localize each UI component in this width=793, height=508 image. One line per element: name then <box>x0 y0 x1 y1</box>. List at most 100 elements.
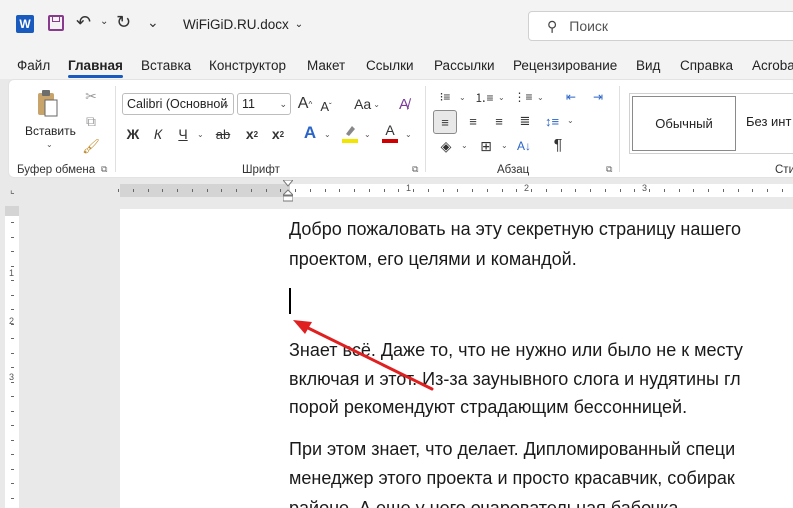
redo-icon[interactable]: ↻ <box>116 12 131 33</box>
font-color-dropdown-icon[interactable]: ⌄ <box>405 130 412 139</box>
underline-dropdown-icon[interactable]: ⌄ <box>197 130 204 139</box>
save-icon[interactable] <box>48 15 64 31</box>
ruler-number: 1 <box>406 183 412 193</box>
ruler-tick <box>605 189 606 192</box>
undo-dropdown-icon[interactable]: ⌄ <box>100 16 108 27</box>
ruler-tick <box>11 498 14 499</box>
align-center-button[interactable]: ≡ <box>463 111 483 131</box>
tab-mailings[interactable]: Рассылки <box>434 58 495 73</box>
superscript-button[interactable]: x2 <box>271 124 285 144</box>
ruler-tick <box>354 189 355 192</box>
ruler-tick <box>11 469 14 470</box>
clipboard-group-label: Буфер обмена <box>17 164 96 176</box>
grow-font-icon[interactable]: A ^ <box>297 94 313 114</box>
clipboard-launcher-icon[interactable]: ⧉ <box>101 164 107 175</box>
text-line: Добро пожаловать на эту секретную страни… <box>289 219 741 239</box>
shading-dropdown-icon[interactable]: ⌄ <box>461 141 468 150</box>
font-name-combo[interactable]: Calibri (Основной ⌄ <box>122 93 234 115</box>
tab-references[interactable]: Ссылки <box>366 58 414 73</box>
tab-selector-icon[interactable]: ⌞ <box>10 185 15 196</box>
change-case-icon[interactable]: Aa ⌄ <box>353 94 381 114</box>
highlight-color-icon[interactable] <box>342 122 358 144</box>
borders-icon[interactable]: ⊞ <box>477 136 495 156</box>
ruler-tick <box>11 280 14 281</box>
search-icon: ⚲ <box>547 17 558 34</box>
align-right-button[interactable]: ≡ <box>489 111 509 131</box>
bullets-icon[interactable]: ⁝≡ <box>435 89 455 105</box>
ruler-tick <box>516 189 517 192</box>
cut-icon[interactable]: ✂ <box>83 88 99 104</box>
paragraph-launcher-icon[interactable]: ⧉ <box>606 164 612 175</box>
tab-review[interactable]: Рецензирование <box>513 58 617 73</box>
borders-dropdown-icon[interactable]: ⌄ <box>501 141 508 150</box>
tab-layout[interactable]: Макет <box>307 58 345 73</box>
shading-icon[interactable]: ◈ <box>437 136 455 156</box>
shrink-font-icon[interactable]: Aˇ <box>318 96 334 116</box>
strikethrough-button[interactable]: ab <box>213 124 233 144</box>
font-color-icon[interactable]: A <box>382 122 398 144</box>
tab-home[interactable]: Главная <box>68 58 123 78</box>
sort-icon[interactable]: A↓ <box>515 136 533 156</box>
ruler-tick <box>723 189 724 192</box>
multilevel-dropdown-icon[interactable]: ⌄ <box>537 93 544 102</box>
horizontal-ruler[interactable]: ⌞ 1 2 3 <box>0 179 793 201</box>
text-effects-dropdown-icon[interactable]: ⌄ <box>324 130 331 139</box>
justify-button[interactable]: ≣ <box>515 111 535 131</box>
copy-icon[interactable]: ⧉ <box>83 113 99 129</box>
font-size-value: 11 <box>242 97 255 111</box>
tab-file[interactable]: Файл <box>17 58 50 73</box>
tab-design[interactable]: Конструктор <box>209 58 286 73</box>
show-formatting-icon[interactable]: ¶ <box>549 136 567 156</box>
ruler-tick <box>502 189 503 192</box>
word-logo-icon[interactable]: W <box>16 15 34 33</box>
clear-formatting-icon[interactable]: A̸ <box>395 94 413 114</box>
undo-icon[interactable]: ↶ <box>76 12 91 33</box>
decrease-indent-icon[interactable]: ⇤ <box>562 89 580 105</box>
ruler-number: 3 <box>642 183 648 193</box>
ruler-tick <box>251 189 252 192</box>
bullets-dropdown-icon[interactable]: ⌄ <box>459 93 466 102</box>
increase-indent-icon[interactable]: ⇥ <box>589 89 607 105</box>
font-size-combo[interactable]: 11 ⌄ <box>237 93 291 115</box>
indent-marker-icon[interactable] <box>283 180 293 202</box>
ruler-tick <box>561 189 562 192</box>
styles-group-label: Сти <box>775 164 793 176</box>
ruler-tick <box>118 189 119 192</box>
text-effects-icon[interactable]: A <box>302 123 318 143</box>
line-spacing-icon[interactable]: ↕≡ <box>542 111 562 131</box>
italic-button[interactable]: К <box>151 124 165 144</box>
customize-qat-icon[interactable]: ⌄ <box>147 14 159 31</box>
bold-button[interactable]: Ж <box>126 124 140 144</box>
ruler-tick <box>133 189 134 192</box>
paste-label[interactable]: Вставить <box>25 124 76 138</box>
multilevel-list-icon[interactable]: ⋮≡ <box>513 89 533 105</box>
text-cursor <box>289 288 291 314</box>
ruler-tick <box>413 189 414 192</box>
font-launcher-icon[interactable]: ⧉ <box>412 164 418 175</box>
ruler-number: 3 <box>9 372 15 382</box>
tab-help[interactable]: Справка <box>680 58 733 73</box>
tab-view[interactable]: Вид <box>636 58 660 73</box>
numbering-dropdown-icon[interactable]: ⌄ <box>498 93 505 102</box>
ruler-tick <box>782 189 783 192</box>
underline-button[interactable]: Ч <box>176 124 190 144</box>
paste-icon[interactable] <box>35 88 59 120</box>
tab-insert[interactable]: Вставка <box>141 58 191 73</box>
line-spacing-dropdown-icon[interactable]: ⌄ <box>567 116 574 125</box>
chevron-down-icon: ⌄ <box>279 98 287 109</box>
search-box[interactable]: ⚲ Поиск <box>528 11 793 41</box>
document-page[interactable]: Добро пожаловать на эту секретную страни… <box>120 209 793 508</box>
text-line: Знает всё. Даже то, что не нужно или был… <box>289 340 743 360</box>
ruler-tick <box>207 189 208 192</box>
tab-acrobat[interactable]: Acroba <box>752 58 793 73</box>
style-no-spacing[interactable]: Без инт <box>746 114 791 129</box>
document-title[interactable]: WiFiGiD.RU.docx ⌄ <box>183 17 303 32</box>
subscript-button[interactable]: x2 <box>245 124 259 144</box>
ruler-tick <box>369 189 370 192</box>
numbering-icon[interactable]: ⒈≡ <box>474 89 494 105</box>
style-normal[interactable]: Обычный <box>632 96 736 151</box>
format-painter-icon[interactable]: 🖌 <box>82 138 100 154</box>
paste-dropdown-icon[interactable]: ⌄ <box>46 140 53 149</box>
highlight-dropdown-icon[interactable]: ⌄ <box>364 130 371 139</box>
align-left-button[interactable]: ≡ <box>433 110 457 134</box>
